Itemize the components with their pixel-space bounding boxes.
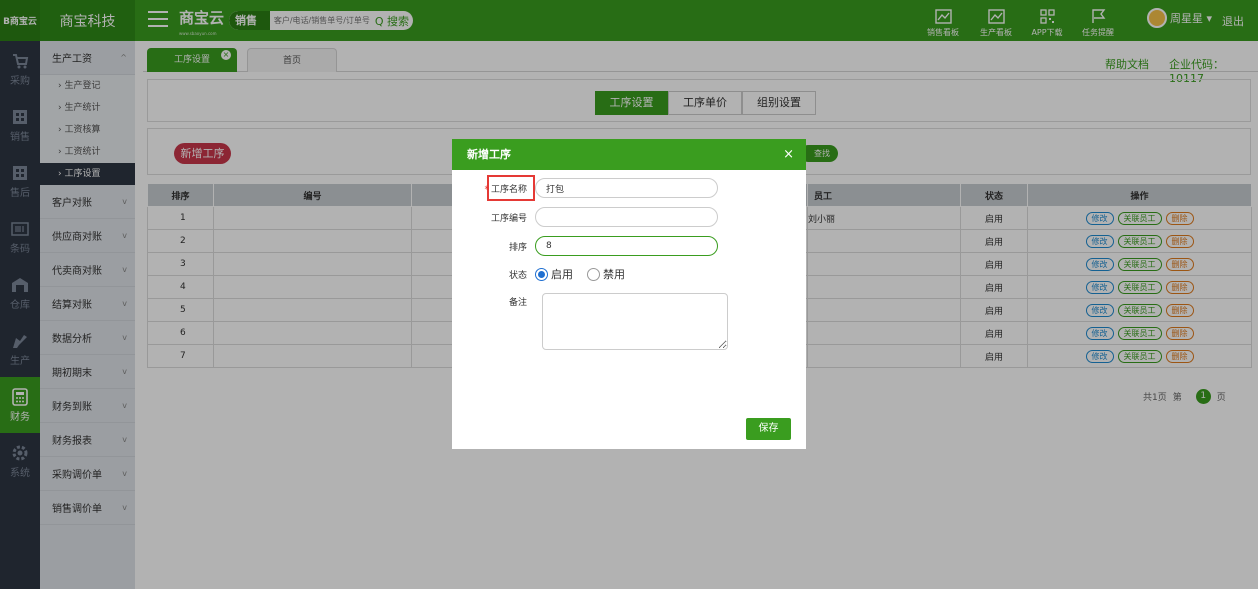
dialog-title: 新增工序 (467, 148, 511, 161)
save-button[interactable]: 保存 (746, 418, 791, 440)
required-mark: * (484, 184, 489, 195)
radio-icon (535, 267, 548, 281)
status-enabled-radio[interactable]: 启用 (535, 266, 573, 282)
radio-label: 禁用 (603, 268, 625, 281)
add-process-dialog: 新增工序 × *工序名称 工序编号 排序 状态 启用 禁用 备注 保存 (452, 139, 806, 449)
name-row: * 工序名称 (452, 178, 718, 198)
code-row: 工序编号 (452, 207, 718, 227)
radio-label: 启用 (551, 268, 573, 281)
remark-row: 备注 (452, 295, 535, 308)
close-icon[interactable]: × (783, 139, 794, 170)
status-label: 状态 (508, 270, 527, 281)
name-label: * 工序名称 (452, 182, 535, 195)
name-label-text: 工序名称 (490, 184, 527, 195)
remark-textarea[interactable] (542, 293, 728, 350)
order-label: 排序 (508, 242, 527, 253)
process-code-input[interactable] (535, 207, 718, 227)
process-name-input[interactable] (535, 178, 718, 198)
status-row: 状态 启用 禁用 (452, 266, 639, 282)
radio-icon (587, 267, 600, 281)
remark-label: 备注 (508, 298, 527, 308)
dialog-header: 新增工序 × (452, 139, 806, 170)
code-label: 工序编号 (490, 213, 527, 224)
status-disabled-radio[interactable]: 禁用 (587, 266, 625, 282)
order-input[interactable] (535, 236, 718, 256)
order-row: 排序 (452, 236, 718, 256)
